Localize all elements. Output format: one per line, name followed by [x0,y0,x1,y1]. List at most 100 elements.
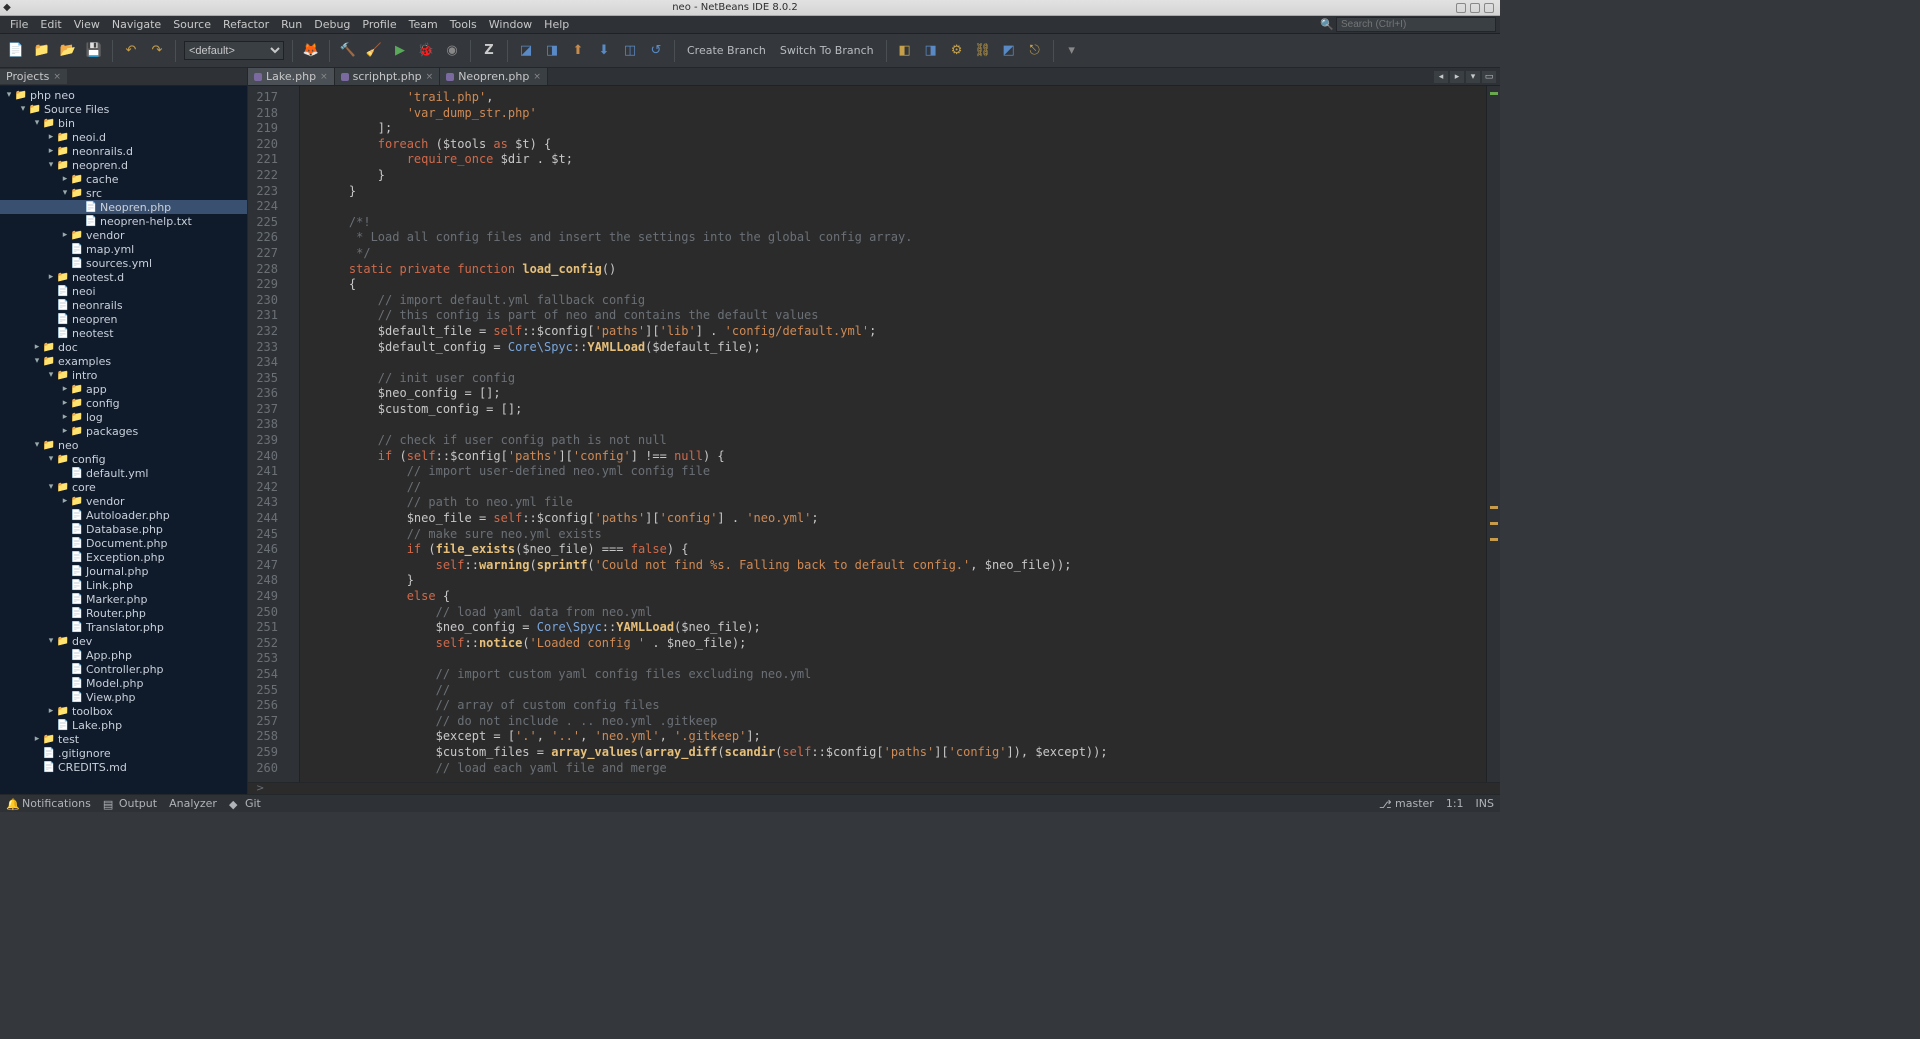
global-search-input[interactable] [1336,17,1496,32]
projects-tab[interactable]: Projects × [0,69,67,84]
tab-list-icon[interactable]: ▾ [1466,71,1480,83]
tree-item[interactable]: ▾📁php neo [0,88,247,102]
tab-max-icon[interactable]: ▭ [1482,71,1496,83]
tree-item[interactable]: 📄sources.yml [0,256,247,270]
git-misc1-icon[interactable]: ◧ [895,41,915,61]
tree-twisty-icon[interactable]: ▸ [46,146,56,156]
tree-item[interactable]: ▾📁neo [0,438,247,452]
tree-item[interactable]: ▾📁core [0,480,247,494]
tree-item[interactable]: 📄.gitignore [0,746,247,760]
git-revert-icon[interactable]: ↺ [646,41,666,61]
tree-item[interactable]: ▾📁intro [0,368,247,382]
minimize-icon[interactable] [1456,3,1466,13]
git-history-icon[interactable]: ◫ [620,41,640,61]
tree-item[interactable]: ▸📁cache [0,172,247,186]
tree-item[interactable]: ▸📁config [0,396,247,410]
tree-item[interactable]: 📄Document.php [0,536,247,550]
tree-twisty-icon[interactable]: ▸ [60,398,70,408]
tree-twisty-icon[interactable]: ▾ [46,370,56,380]
status-git[interactable]: ◆ Git [229,797,261,810]
tab-prev-icon[interactable]: ◂ [1434,71,1448,83]
tree-item[interactable]: 📄Router.php [0,606,247,620]
tree-item[interactable]: ▾📁config [0,452,247,466]
tree-item[interactable]: 📄neopren [0,312,247,326]
tree-item[interactable]: 📄Model.php [0,676,247,690]
git-pull-icon[interactable]: ⬇ [594,41,614,61]
tab-close-icon[interactable]: × [320,72,328,82]
build-icon[interactable]: 🔨 [338,41,358,61]
tree-item[interactable]: 📄neonrails [0,298,247,312]
tree-twisty-icon[interactable]: ▾ [32,356,42,366]
tree-item[interactable]: ▾📁examples [0,354,247,368]
menu-debug[interactable]: Debug [308,17,356,32]
tree-twisty-icon[interactable]: ▸ [60,412,70,422]
git-misc2-icon[interactable]: ◨ [921,41,941,61]
toolbar-overflow-icon[interactable]: ▾ [1062,41,1082,61]
projects-tab-close-icon[interactable]: × [53,72,61,82]
zen-icon[interactable]: Z [479,41,499,61]
tree-item[interactable]: 📄App.php [0,648,247,662]
menu-refactor[interactable]: Refactor [217,17,275,32]
window-controls[interactable] [1456,3,1500,13]
tree-item[interactable]: 📄Database.php [0,522,247,536]
close-icon[interactable] [1484,3,1494,13]
tree-twisty-icon[interactable]: ▸ [60,426,70,436]
create-branch-button[interactable]: Create Branch [683,44,770,57]
tree-item[interactable]: 📄Neopren.php [0,200,247,214]
menu-window[interactable]: Window [483,17,538,32]
git-misc3-icon[interactable]: ⚙ [947,41,967,61]
tree-item[interactable]: 📄Journal.php [0,564,247,578]
browser-icon[interactable]: 🦊 [301,41,321,61]
tree-item[interactable]: 📄Link.php [0,578,247,592]
tree-item[interactable]: ▸📁neonrails.d [0,144,247,158]
tree-item[interactable]: ▸📁vendor [0,494,247,508]
run-config-select[interactable]: <default> [184,41,284,60]
code-editor[interactable]: 'trail.php', 'var_dump_str.php' ]; forea… [312,86,1486,782]
tree-twisty-icon[interactable]: ▾ [46,636,56,646]
tree-item[interactable]: 📄neotest [0,326,247,340]
tree-twisty-icon[interactable]: ▾ [46,454,56,464]
project-tree[interactable]: ▾📁php neo▾📁Source Files▾📁bin▸📁neoi.d▸📁ne… [0,86,247,794]
debug-icon[interactable]: 🐞 [416,41,436,61]
switch-branch-button[interactable]: Switch To Branch [776,44,878,57]
git-commit-icon[interactable]: ◨ [542,41,562,61]
tree-item[interactable]: ▾📁bin [0,116,247,130]
tree-item[interactable]: 📄neoi [0,284,247,298]
tree-twisty-icon[interactable]: ▸ [32,342,42,352]
menu-file[interactable]: File [4,17,34,32]
git-diff-icon[interactable]: ◪ [516,41,536,61]
tree-item[interactable]: 📄CREDITS.md [0,760,247,774]
tree-twisty-icon[interactable]: ▾ [32,440,42,450]
tree-item[interactable]: ▸📁neotest.d [0,270,247,284]
tree-item[interactable]: 📄default.yml [0,466,247,480]
menu-tools[interactable]: Tools [444,17,483,32]
new-project-icon[interactable]: 📁 [32,41,52,61]
tree-item[interactable]: 📄Controller.php [0,662,247,676]
tree-item[interactable]: 📄map.yml [0,242,247,256]
tree-item[interactable]: ▾📁dev [0,634,247,648]
menu-team[interactable]: Team [403,17,444,32]
new-file-icon[interactable]: 📄 [6,41,26,61]
tree-item[interactable]: ▸📁packages [0,424,247,438]
menu-edit[interactable]: Edit [34,17,67,32]
tree-item[interactable]: ▸📁log [0,410,247,424]
tree-twisty-icon[interactable]: ▾ [46,482,56,492]
error-stripe[interactable] [1486,86,1500,782]
tree-twisty-icon[interactable]: ▾ [32,118,42,128]
menu-source[interactable]: Source [167,17,217,32]
tree-item[interactable]: 📄View.php [0,690,247,704]
tree-twisty-icon[interactable]: ▸ [60,384,70,394]
tree-item[interactable]: ▸📁doc [0,340,247,354]
redo-icon[interactable]: ↷ [147,41,167,61]
menu-profile[interactable]: Profile [356,17,402,32]
tree-item[interactable]: 📄neopren-help.txt [0,214,247,228]
tree-item[interactable]: ▸📁app [0,382,247,396]
tree-item[interactable]: 📄Marker.php [0,592,247,606]
status-insert-mode[interactable]: INS [1476,797,1494,810]
git-push-icon[interactable]: ⬆ [568,41,588,61]
tree-twisty-icon[interactable]: ▾ [18,104,28,114]
tree-item[interactable]: ▸📁vendor [0,228,247,242]
profile-icon[interactable]: ◉ [442,41,462,61]
git-misc6-icon[interactable]: ⎋ [1025,41,1045,61]
tree-item[interactable]: 📄Exception.php [0,550,247,564]
